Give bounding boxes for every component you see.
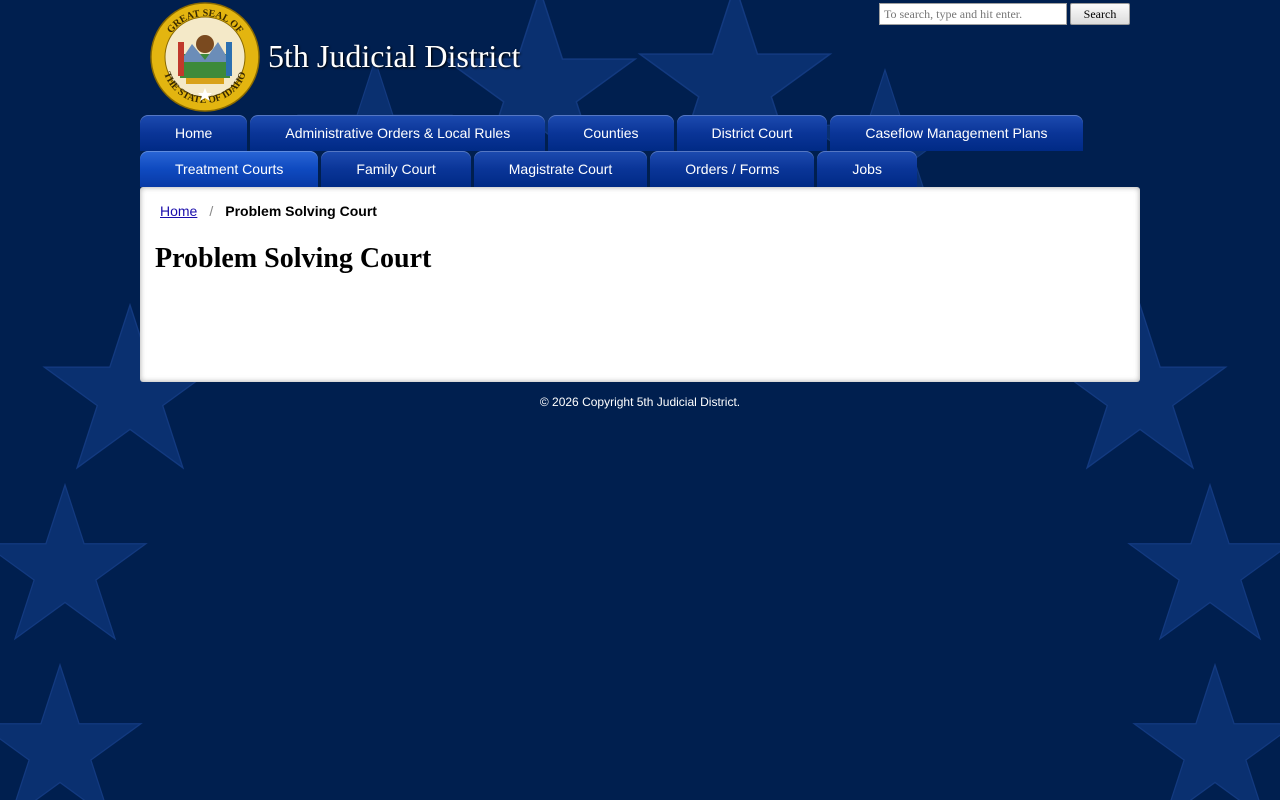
- page-wrapper: GREAT SEAL OF THE STATE OF IDAHO 5th Jud…: [140, 0, 1140, 409]
- nav-tab-administrative-orders[interactable]: Administrative Orders & Local Rules: [250, 115, 546, 151]
- idaho-seal-logo[interactable]: GREAT SEAL OF THE STATE OF IDAHO: [150, 2, 260, 112]
- site-title[interactable]: 5th Judicial District: [268, 38, 520, 75]
- nav-tab-treatment-courts[interactable]: Treatment Courts: [140, 151, 319, 187]
- nav-tab-orders-forms[interactable]: Orders / Forms: [650, 151, 815, 187]
- nav-tab-magistrate-court[interactable]: Magistrate Court: [473, 151, 648, 187]
- nav-tab-caseflow-management-plans[interactable]: Caseflow Management Plans: [830, 115, 1083, 151]
- search-form: Search: [879, 3, 1130, 25]
- nav-tab-home[interactable]: Home: [140, 115, 248, 151]
- nav-tab-counties[interactable]: Counties: [548, 115, 674, 151]
- site-header: GREAT SEAL OF THE STATE OF IDAHO 5th Jud…: [140, 0, 1140, 115]
- nav-tab-district-court[interactable]: District Court: [676, 115, 828, 151]
- breadcrumb-separator: /: [209, 203, 214, 219]
- main-content: Home / Problem Solving Court Problem Sol…: [140, 187, 1140, 382]
- nav-tab-jobs[interactable]: Jobs: [817, 151, 917, 187]
- search-input[interactable]: [879, 3, 1067, 25]
- nav-row-2: Treatment Courts Family Court Magistrate…: [140, 151, 1140, 187]
- breadcrumb-current: Problem Solving Court: [225, 203, 377, 219]
- breadcrumb: Home / Problem Solving Court: [160, 203, 377, 219]
- nav-row-1: Home Administrative Orders & Local Rules…: [140, 115, 1140, 151]
- search-button[interactable]: Search: [1070, 3, 1130, 25]
- footer-copyright: © 2026 Copyright 5th Judicial District.: [539, 395, 741, 409]
- breadcrumb-home-link[interactable]: Home: [160, 203, 197, 219]
- nav-tab-family-court[interactable]: Family Court: [321, 151, 471, 187]
- page-title: Problem Solving Court: [155, 243, 432, 274]
